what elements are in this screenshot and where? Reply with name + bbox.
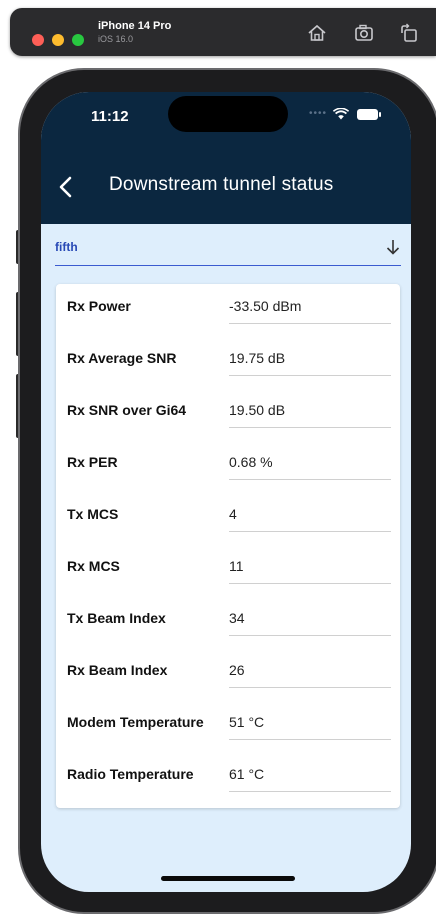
metric-value: 11: [229, 558, 244, 574]
simulator-toolbar: iPhone 14 Pro iOS 16.0: [10, 8, 436, 56]
metric-value: 51 °C: [229, 714, 265, 730]
row-divider: [229, 583, 391, 584]
metric-value: -33.50 dBm: [229, 298, 302, 314]
home-indicator[interactable]: [161, 876, 295, 881]
device-name: iPhone 14 Pro: [98, 20, 172, 32]
minimize-window-button[interactable]: [52, 34, 64, 46]
metric-row: Rx SNR over Gi64 19.50 dB: [67, 392, 391, 444]
metric-label: Rx PER: [67, 454, 118, 470]
row-divider: [229, 375, 391, 376]
row-divider: [229, 323, 391, 324]
wifi-icon: [333, 108, 349, 120]
rotate-icon[interactable]: [398, 22, 420, 44]
metric-value: 19.75 dB: [229, 350, 286, 366]
metric-row: Modem Temperature 51 °C: [67, 704, 391, 756]
metric-row: Tx Beam Index 34: [67, 600, 391, 652]
metric-value: 19.50 dB: [229, 402, 286, 418]
metric-row: Tx MCS 4: [67, 496, 391, 548]
metric-label: Tx Beam Index: [67, 610, 166, 626]
os-version: iOS 16.0: [98, 34, 134, 44]
page-title: Downstream tunnel status: [109, 174, 334, 195]
row-divider: [229, 739, 391, 740]
metric-row: Rx MCS 11: [67, 548, 391, 600]
tunnel-select-value: fifth: [55, 240, 78, 254]
dynamic-island: [168, 96, 288, 132]
metric-row: Rx Average SNR 19.75 dB: [67, 340, 391, 392]
row-divider: [229, 687, 391, 688]
row-divider: [229, 635, 391, 636]
home-icon[interactable]: [306, 22, 328, 44]
metric-label: Tx MCS: [67, 506, 119, 522]
metric-value: 4: [229, 506, 237, 522]
metric-label: Rx Beam Index: [67, 662, 168, 678]
row-divider: [229, 479, 391, 480]
screenshot-icon[interactable]: [353, 22, 375, 44]
metric-row: Radio Temperature 61 °C: [67, 756, 391, 808]
metric-label: Rx MCS: [67, 558, 120, 574]
row-divider: [229, 791, 391, 792]
row-divider: [229, 427, 391, 428]
close-window-button[interactable]: [32, 34, 44, 46]
phone-screen: 11:12 •••• Downstream tunnel status fift…: [41, 92, 411, 892]
tunnel-select[interactable]: fifth: [55, 234, 401, 266]
battery-icon: [357, 109, 378, 120]
metric-row: Rx PER 0.68 %: [67, 444, 391, 496]
metric-row: Rx Power -33.50 dBm: [67, 288, 391, 340]
arrow-down-icon: [386, 240, 400, 255]
metric-label: Rx SNR over Gi64: [67, 402, 187, 418]
row-divider: [229, 531, 391, 532]
status-card: Rx Power -33.50 dBm Rx Average SNR 19.75…: [56, 284, 400, 808]
metric-row: Rx Beam Index 26: [67, 652, 391, 704]
chevron-left-icon[interactable]: [53, 174, 79, 200]
metric-label: Radio Temperature: [67, 766, 194, 782]
status-time: 11:12: [91, 108, 129, 125]
metric-label: Modem Temperature: [67, 714, 204, 730]
zoom-window-button[interactable]: [72, 34, 84, 46]
metric-value: 34: [229, 610, 245, 626]
cellular-signal-icon: ••••: [309, 108, 328, 119]
metric-value: 0.68 %: [229, 454, 273, 470]
metric-value: 26: [229, 662, 245, 678]
app-bar: 11:12 •••• Downstream tunnel status: [41, 92, 411, 224]
metric-value: 61 °C: [229, 766, 265, 782]
phone-frame: 11:12 •••• Downstream tunnel status fift…: [18, 68, 436, 914]
battery-tip: [379, 112, 381, 117]
metric-label: Rx Power: [67, 298, 131, 314]
metric-label: Rx Average SNR: [67, 350, 177, 366]
